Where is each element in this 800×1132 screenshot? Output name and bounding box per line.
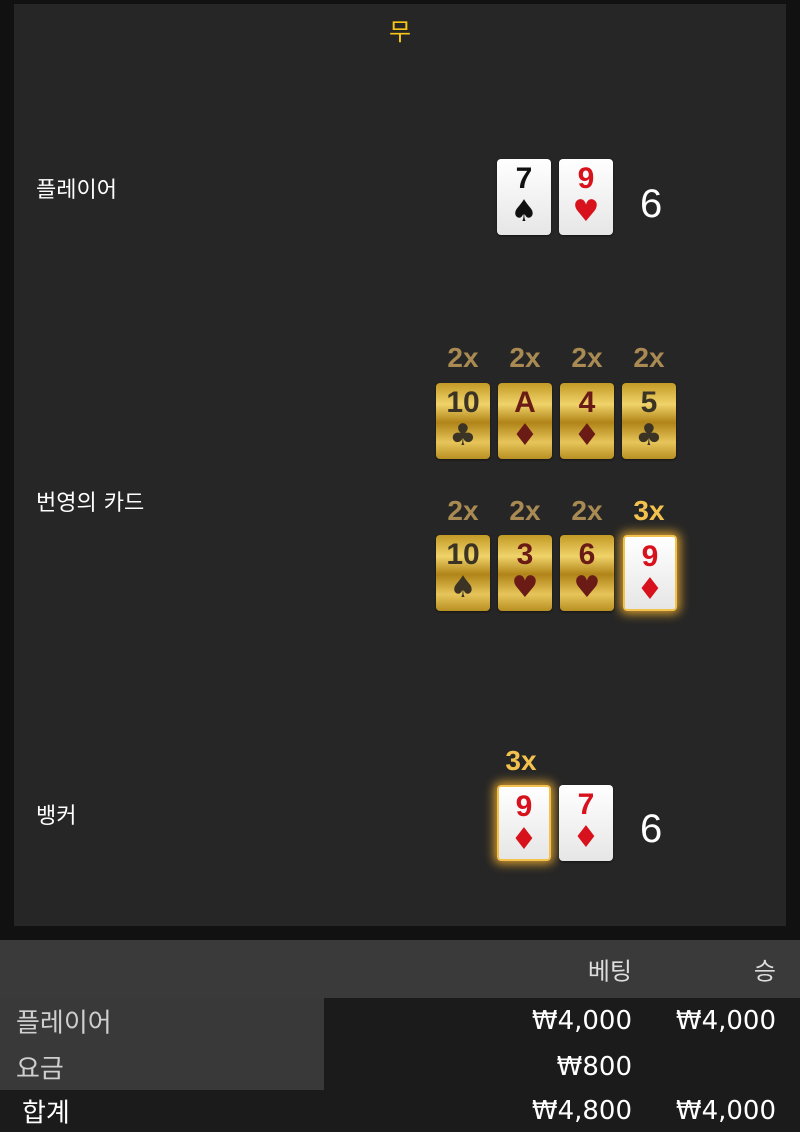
blessed-multiplier: 2x (571, 342, 603, 373)
bet-amount: ₩4,000 (531, 1006, 632, 1036)
blessed-multiplier: 2x (509, 342, 541, 373)
result-panel (14, 4, 786, 926)
banker-card-multiplier: 3x (505, 745, 537, 776)
banker-row-label: 뱅커 (36, 804, 77, 829)
total-bet-amount: ₩4,800 (531, 1096, 632, 1126)
blessed-row-label: 번영의 카드 (36, 491, 145, 516)
blessed-card: 10 ♣ (436, 383, 490, 459)
blessed-card: 6 ♥ (560, 535, 614, 611)
blessed-card: A ♦ (498, 383, 552, 459)
blessed-multiplier: 2x (447, 342, 479, 373)
table-header: 베팅 승 (0, 940, 800, 998)
banker-card-1: 9 ♦ (497, 785, 551, 861)
banker-score: 6 (640, 807, 663, 851)
player-card-2: 9 ♥ (559, 159, 613, 235)
row-label: 요금 (16, 1054, 64, 1085)
bet-amount: ₩800 (556, 1052, 632, 1082)
blessed-multiplier: 2x (571, 495, 603, 526)
table-row: 요금 ₩800 (0, 1044, 800, 1090)
player-card-1: 7 ♠ (497, 159, 551, 235)
blessed-card: 5 ♣ (622, 383, 676, 459)
win-amount: ₩4,000 (675, 1006, 776, 1036)
row-label-cell: 요금 (0, 1044, 324, 1090)
bet-column-header: 베팅 (587, 957, 632, 986)
blessed-card: 10 ♠ (436, 535, 490, 611)
table-row: 플레이어 ₩4,000 ₩4,000 (0, 998, 800, 1044)
row-label: 합계 (22, 1098, 70, 1129)
bet-summary-table: 베팅 승 플레이어 ₩4,000 ₩4,000 요금 ₩800 합계 ₩4,80… (0, 940, 800, 1132)
blessed-multiplier-highlight: 3x (633, 495, 665, 526)
blessed-multiplier: 2x (509, 495, 541, 526)
result-label: 무 (388, 18, 412, 46)
row-label-cell: 플레이어 (0, 998, 324, 1044)
blessed-card-matched: 9 ♦ (623, 535, 677, 611)
player-score: 6 (640, 182, 663, 226)
blessed-card: 3 ♥ (498, 535, 552, 611)
row-label: 플레이어 (16, 1008, 112, 1039)
total-win-amount: ₩4,000 (675, 1096, 776, 1126)
table-total-row: 합계 ₩4,800 ₩4,000 (0, 1090, 800, 1132)
win-column-header: 승 (753, 957, 776, 986)
blessed-multiplier: 2x (447, 495, 479, 526)
row-label-cell: 합계 (0, 1090, 324, 1132)
blessed-card: 4 ♦ (560, 383, 614, 459)
banker-card-2: 7 ♦ (559, 785, 613, 861)
player-row-label: 플레이어 (36, 178, 117, 203)
blessed-multiplier: 2x (633, 342, 665, 373)
